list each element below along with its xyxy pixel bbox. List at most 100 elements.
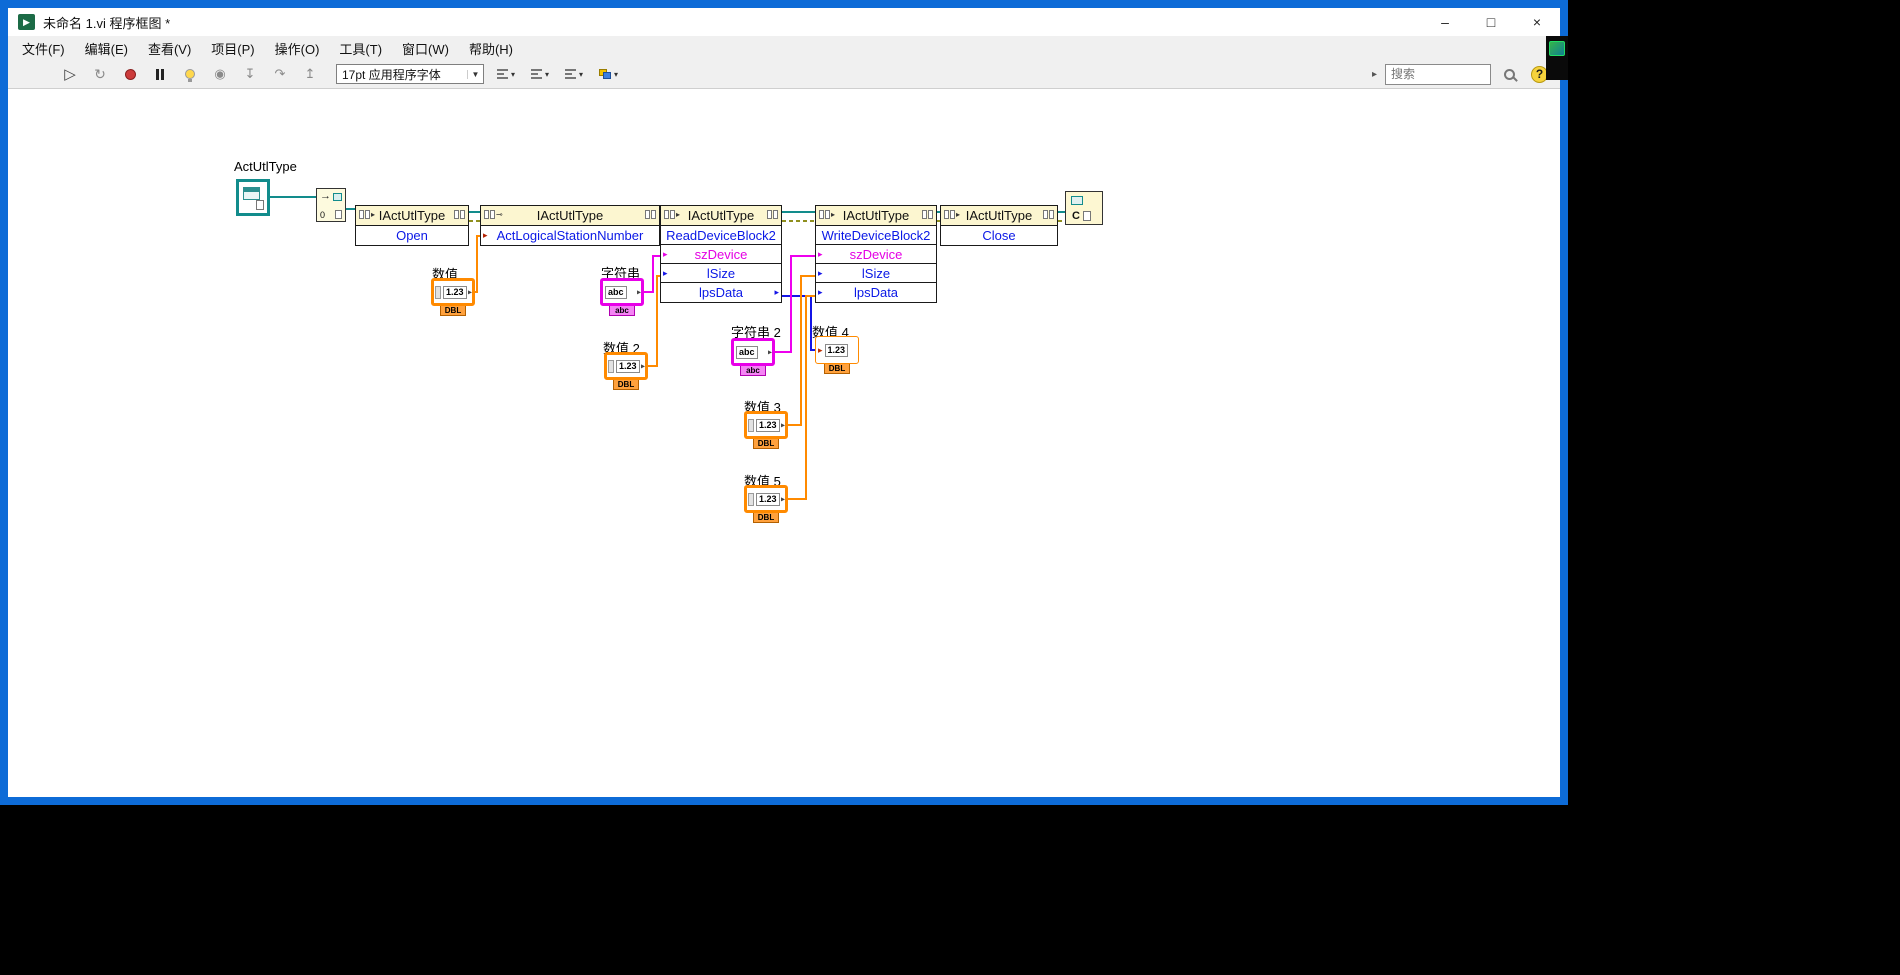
desktop-shortcut-icon[interactable] [1549, 41, 1565, 56]
method-row-write[interactable]: WriteDeviceBlock2 [816, 226, 936, 245]
maximize-button[interactable]: □ [1468, 8, 1514, 36]
wire-num3[interactable] [800, 275, 802, 426]
window-title: 未命名 1.vi 程序框图 * [43, 13, 170, 32]
font-selector[interactable]: 17pt 应用程序字体 ▼ [336, 64, 484, 84]
param-row-lsize[interactable]: ▸ lSize [816, 264, 936, 283]
wire-refnum-to-open[interactable] [270, 196, 316, 198]
invoke-node-read-device-block[interactable]: ▸ IActUtlType ReadDeviceBlock2 ▸ szDevic… [660, 205, 782, 303]
wire-refnum-gap4[interactable] [1058, 211, 1065, 213]
property-node-header[interactable]: ⊸ IActUtlType [481, 206, 659, 226]
numeric-control-num3[interactable]: 1.23 ▸ DBL [744, 411, 788, 449]
invoke-node-header[interactable]: ▸ IActUtlType [941, 206, 1057, 226]
close-reference-node[interactable]: C [1065, 191, 1103, 225]
invoke-node-header[interactable]: ▸ IActUtlType [816, 206, 936, 226]
step-out-button[interactable]: ↥ [298, 63, 322, 85]
input-arrow-icon: ▸ [663, 268, 668, 279]
menu-item-tools[interactable]: 工具(T) [329, 39, 392, 58]
align-objects-dropdown[interactable]: ▾ [494, 67, 518, 82]
automation-refnum-terminal[interactable] [236, 179, 270, 216]
pause-button[interactable] [148, 63, 172, 85]
error-wire-gap1[interactable] [469, 220, 480, 222]
wire-num2[interactable] [656, 275, 658, 367]
step-into-button[interactable]: ↧ [238, 63, 262, 85]
retain-wire-values-button[interactable]: ◉ [208, 63, 232, 85]
method-row-close[interactable]: Close [941, 226, 1057, 245]
run-button[interactable]: ▷ [58, 63, 82, 85]
invoke-node-header[interactable]: ▸ IActUtlType [661, 206, 781, 226]
terminal-value: 1.23 [443, 286, 467, 299]
invoke-node-close[interactable]: ▸ IActUtlType Close [940, 205, 1058, 246]
menu-item-file[interactable]: 文件(F) [12, 39, 75, 58]
numeric-control-num1[interactable]: 1.23 ▸ DBL [431, 278, 475, 316]
resize-objects-dropdown[interactable]: ▾ [562, 67, 586, 82]
wire-str2[interactable] [790, 255, 815, 257]
invoke-node-open[interactable]: ▸ IActUtlType Open [355, 205, 469, 246]
wire-str1[interactable] [652, 255, 660, 257]
property-row-station-number[interactable]: ▸ ActLogicalStationNumber [481, 226, 659, 245]
param-row-lpsdata[interactable]: lpsData ▸ [661, 283, 781, 302]
search-expander-icon[interactable]: ▸ [1372, 69, 1377, 80]
search-input[interactable] [1386, 67, 1490, 81]
method-row-read[interactable]: ReadDeviceBlock2 [661, 226, 781, 245]
param-row-lsize[interactable]: ▸ lSize [661, 264, 781, 283]
error-wire-gap3[interactable] [937, 220, 940, 222]
block-diagram-canvas[interactable]: ActUtlType → 0 ▸ IActUtlType Open ⊸ IAc [8, 89, 1560, 797]
reorder-dropdown[interactable]: ▾ [596, 67, 621, 82]
wire-refnum-gap2[interactable] [782, 211, 815, 213]
param-row-lpsdata[interactable]: ▸ lpsData [816, 283, 936, 302]
property-node-station-number[interactable]: ⊸ IActUtlType ▸ ActLogicalStationNumber [480, 205, 660, 246]
pause-icon [161, 69, 164, 80]
step-over-button[interactable]: ↷ [268, 63, 292, 85]
wire-num5[interactable] [805, 295, 815, 297]
error-wire-gap2[interactable] [782, 220, 815, 222]
chevron-down-icon: ▾ [614, 70, 618, 79]
wire-str1[interactable] [652, 255, 654, 293]
numeric-terminal-icon: 1.23 ▸ [604, 352, 648, 380]
wire-num3[interactable] [800, 275, 815, 277]
wire-num2[interactable] [656, 275, 660, 277]
string-control-str2[interactable]: abc ▸ abc [731, 338, 775, 376]
menu-item-operate[interactable]: 操作(O) [265, 39, 330, 58]
highlight-execution-button[interactable] [178, 63, 202, 85]
refnum-in-terminal-icon: ▸ [359, 210, 375, 219]
error-wire-gap4[interactable] [1058, 220, 1065, 222]
search-box [1385, 64, 1491, 85]
run-continuous-button[interactable]: ↻ [88, 63, 112, 85]
node-class-label: IActUtlType [379, 208, 445, 223]
minimize-button[interactable]: – [1422, 8, 1468, 36]
numeric-control-num2[interactable]: 1.23 ▸ DBL [604, 352, 648, 390]
menu-item-project[interactable]: 项目(P) [201, 39, 264, 58]
wire-refnum-gap1[interactable] [469, 211, 480, 213]
invoke-node-write-device-block[interactable]: ▸ IActUtlType WriteDeviceBlock2 ▸ szDevi… [815, 205, 937, 303]
type-tag: DBL [613, 379, 639, 390]
invoke-node-header[interactable]: ▸ IActUtlType [356, 206, 468, 226]
open-automation-refnum-node[interactable]: → 0 [316, 188, 346, 222]
chevron-down-icon: ▾ [545, 70, 549, 79]
wire-refnum-gap3[interactable] [937, 211, 940, 213]
automation-window-icon [243, 187, 260, 200]
refnum-out-terminal-icon [767, 210, 778, 219]
distribute-objects-dropdown[interactable]: ▾ [528, 67, 552, 82]
close-button[interactable]: × [1514, 8, 1560, 36]
wire-num5[interactable] [805, 295, 807, 500]
type-tag: abc [740, 365, 766, 376]
search-button[interactable] [1497, 63, 1521, 85]
numeric-control-num5[interactable]: 1.23 ▸ DBL [744, 485, 788, 523]
wire-str2[interactable] [790, 255, 792, 353]
close-letter: C [1072, 211, 1080, 221]
menu-item-window[interactable]: 窗口(W) [392, 39, 459, 58]
method-row-open[interactable]: Open [356, 226, 468, 245]
string-control-str1[interactable]: abc ▸ abc [600, 278, 644, 316]
menu-item-edit[interactable]: 编辑(E) [75, 39, 138, 58]
menu-item-view[interactable]: 查看(V) [138, 39, 201, 58]
wire-num1[interactable] [476, 235, 480, 237]
wire-num1[interactable] [476, 236, 478, 293]
numeric-indicator-num4[interactable]: ▸ 1.23 DBL [815, 336, 859, 374]
param-row-szdevice[interactable]: ▸ szDevice [816, 245, 936, 264]
abort-button[interactable] [118, 63, 142, 85]
param-row-szdevice[interactable]: ▸ szDevice [661, 245, 781, 264]
menu-item-help[interactable]: 帮助(H) [459, 39, 523, 58]
wire-open-to-invoke[interactable] [346, 208, 355, 210]
increment-knob-icon [435, 286, 441, 299]
type-tag: DBL [440, 305, 466, 316]
